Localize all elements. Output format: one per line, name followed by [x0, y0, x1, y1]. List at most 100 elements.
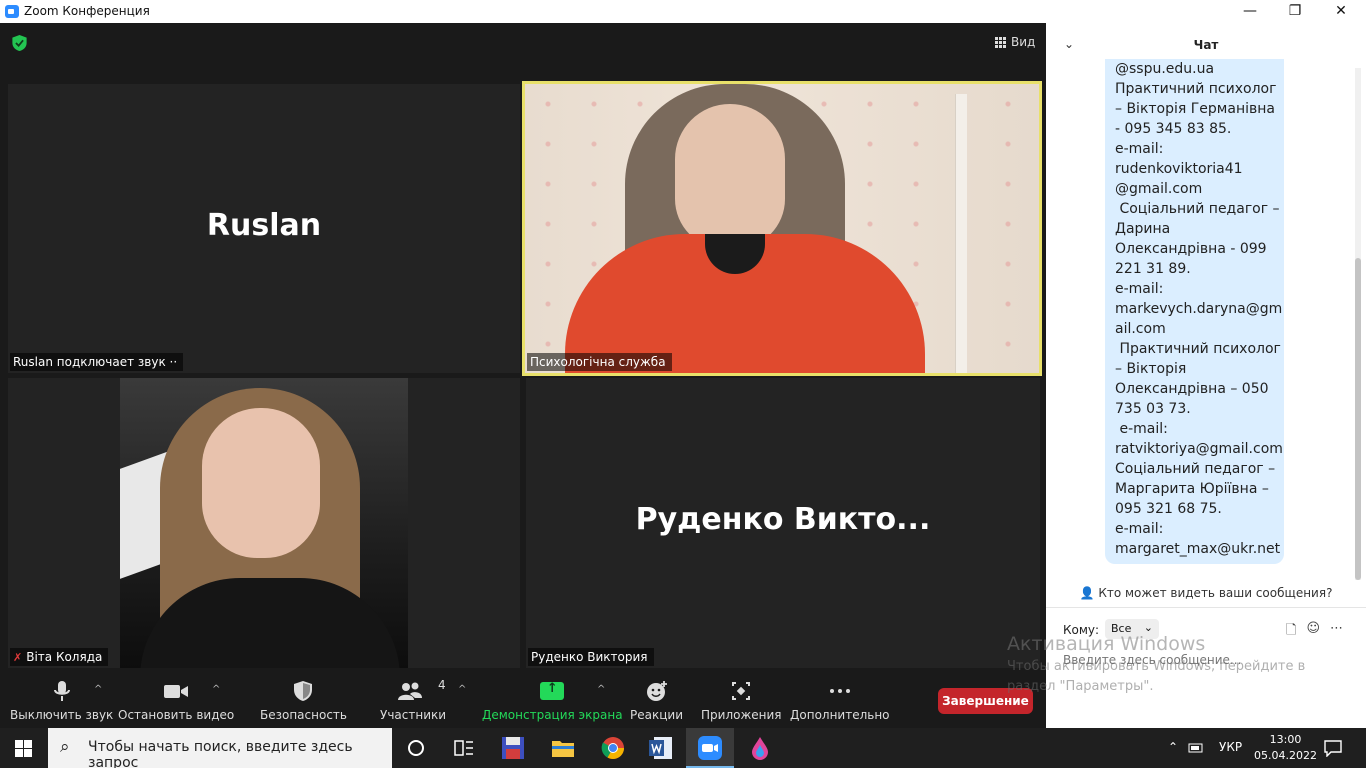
chat-panel: ⌄ Чат @sspu.edu.ua Практичний психолог – В…	[1046, 23, 1366, 728]
mute-label: Выключить звук	[10, 708, 114, 722]
chat-message-line: 735 03 73.	[1115, 401, 1191, 417]
participants-label: Участники	[380, 708, 447, 722]
participant-tile-ruslan[interactable]: Ruslan Ruslan подключает звук ··	[8, 84, 520, 373]
search-icon: ⌕	[60, 737, 70, 757]
word-icon[interactable]	[648, 735, 674, 761]
share-screen-icon	[540, 681, 565, 700]
participant-tile-rudenko[interactable]: Руденко Викто... Руденко Виктория	[526, 378, 1040, 668]
participant-tile-psychology-service[interactable]: Психологічна служба	[522, 81, 1042, 376]
chat-message-line: Дарина	[1115, 221, 1171, 237]
paint-drop-icon[interactable]	[747, 735, 773, 761]
more-options-icon[interactable]: ⋯	[1330, 621, 1343, 643]
wall-pipe	[955, 94, 967, 373]
zoom-app-icon	[5, 5, 19, 18]
who-can-see-label: Кто может видеть ваши сообщения?	[1098, 586, 1333, 600]
more-label: Дополнительно	[790, 708, 890, 722]
emoji-icon[interactable]: ☺	[1306, 621, 1320, 643]
chat-message-line: rudenkoviktoria41	[1115, 161, 1243, 177]
clock-time: 13:00	[1269, 733, 1302, 746]
chat-message-line: – Вікторія Германівна	[1115, 101, 1275, 117]
audio-options-chevron-icon[interactable]: ^	[94, 684, 102, 695]
more-dots-icon	[829, 689, 850, 693]
participant-face	[202, 408, 320, 558]
share-screen-label: Демонстрация экрана	[482, 708, 623, 722]
apps-button[interactable]: Приложения	[701, 680, 782, 722]
participant-name-tag: Ruslan подключает звук ··	[10, 353, 184, 371]
mic-muted-icon: ✗	[13, 651, 23, 664]
chat-message-line: - 095 345 83 85.	[1115, 121, 1232, 137]
security-button[interactable]: Безопасность	[260, 680, 347, 722]
chat-title: Чат	[1193, 38, 1219, 52]
participant-name-tag: Руденко Виктория	[528, 648, 654, 666]
participants-icon-group: 4	[393, 678, 446, 702]
participants-options-chevron-icon[interactable]: ^	[458, 684, 466, 695]
cortana-icon[interactable]	[403, 735, 429, 761]
chat-message-line: Соціальний педагог –	[1115, 461, 1276, 477]
chat-message-line: @gmail.com	[1115, 181, 1203, 197]
participant-face	[675, 104, 785, 249]
chat-message-line: e-mail:	[1115, 521, 1164, 537]
chat-message-line: Соціальний педагог –	[1115, 201, 1280, 217]
minimize-button[interactable]: —	[1227, 0, 1273, 23]
chat-message-line: e-mail:	[1115, 281, 1164, 297]
video-area: Вид Ruslan Ruslan подключает звук ·· Пси…	[0, 23, 1046, 668]
chat-message-line: ratviktoriya@gmail.com	[1115, 441, 1283, 457]
window-titlebar: Zoom Конференция — ❐ ✕	[0, 0, 1366, 23]
meeting-toolbar: Выключить звук ^ Остановить видео ^ Безо…	[0, 668, 1046, 728]
smiley-plus-icon	[646, 681, 667, 701]
activation-line-1: Чтобы активировать Windows, перейдите в	[1007, 659, 1306, 674]
chevron-up-icon[interactable]: ⌃	[1168, 740, 1178, 754]
task-view-icon[interactable]	[451, 735, 477, 761]
activation-line-2: раздел "Параметры".	[1007, 679, 1154, 694]
restore-button[interactable]: ❐	[1272, 0, 1318, 23]
language-indicator[interactable]: УКР	[1219, 740, 1242, 754]
security-label: Безопасность	[260, 708, 347, 722]
grid-icon	[995, 36, 1006, 48]
notifications-icon[interactable]	[1324, 739, 1342, 757]
video-options-chevron-icon[interactable]: ^	[212, 684, 220, 695]
chat-scrollbar[interactable]	[1355, 68, 1361, 580]
reactions-button[interactable]: Реакции	[630, 680, 683, 722]
apps-label: Приложения	[701, 708, 782, 722]
apps-icon	[732, 682, 751, 700]
file-icon[interactable]: 🗋	[1286, 621, 1296, 643]
participant-name-tag: ✗ Віта Коляда	[10, 648, 109, 666]
activation-watermark-title: Активация Windows	[1007, 633, 1206, 655]
clock[interactable]: 13:00 05.04.2022	[1254, 732, 1317, 764]
participants-icon	[398, 682, 423, 700]
chat-message-line: @sspu.edu.ua	[1115, 61, 1215, 77]
taskbar-search[interactable]: ⌕ Чтобы начать поиск, введите здесь запр…	[48, 728, 392, 768]
participant-name: Віта Коляда	[26, 650, 103, 664]
reactions-label: Реакции	[630, 708, 683, 722]
video-feed	[120, 378, 408, 668]
shield-icon	[294, 681, 313, 701]
share-options-chevron-icon[interactable]: ^	[597, 684, 605, 695]
taskbar-search-placeholder: Чтобы начать поиск, введите здесь запрос	[88, 739, 353, 768]
chat-message-text: @sspu.edu.ua Практичний психолог – Вікторі…	[1115, 59, 1283, 559]
more-button[interactable]: Дополнительно	[790, 680, 890, 722]
zoom-icon[interactable]	[697, 735, 723, 761]
save-app-icon[interactable]	[500, 735, 526, 761]
close-button[interactable]: ✕	[1318, 0, 1364, 23]
chat-message-bubble: @sspu.edu.ua Практичний психолог – Вікторі…	[1105, 59, 1284, 564]
chat-message-line: markevych.daryna@gm	[1115, 301, 1283, 317]
chat-message-line: 095 321 68 75.	[1115, 501, 1222, 517]
clock-date: 05.04.2022	[1254, 749, 1317, 762]
participant-tile-vita[interactable]: ✗ Віта Коляда	[8, 378, 520, 668]
chat-tools: 🗋 ☺ ⋯	[1286, 621, 1343, 643]
view-button[interactable]: Вид	[995, 35, 1035, 49]
chat-message-line: Практичний психолог	[1115, 81, 1277, 97]
chat-message-line: e-mail:	[1115, 421, 1168, 437]
chat-message-line: 221 31 89.	[1115, 261, 1191, 277]
chrome-icon[interactable]	[600, 735, 626, 761]
participants-button[interactable]: 4 Участники	[380, 678, 447, 722]
chat-scrollbar-thumb[interactable]	[1355, 258, 1361, 580]
who-can-see-link[interactable]: 👤 Кто может видеть ваши сообщения?	[1046, 586, 1366, 600]
chat-message-line: Олександрівна - 099	[1115, 241, 1267, 257]
shield-check-icon[interactable]	[12, 35, 27, 51]
battery-icon[interactable]	[1188, 741, 1204, 755]
participant-name-tag: Психологічна служба	[527, 353, 672, 371]
window-title: Zoom Конференция	[24, 4, 150, 18]
file-explorer-icon[interactable]	[550, 735, 576, 761]
windows-start-icon[interactable]	[15, 740, 32, 757]
